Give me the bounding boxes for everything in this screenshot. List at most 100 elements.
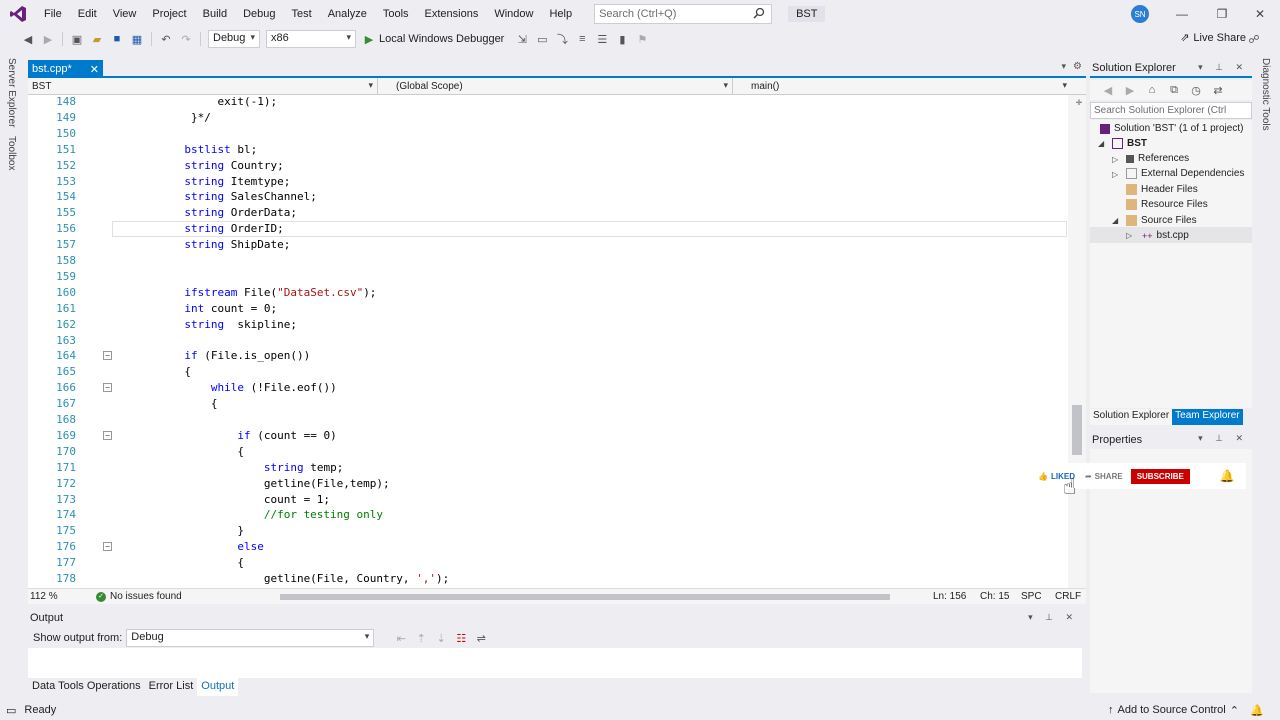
code-line[interactable]: 150 (28, 127, 1068, 143)
fold-toggle-icon[interactable]: − (103, 383, 112, 392)
code-text[interactable]: string temp; (138, 461, 344, 474)
code-text[interactable]: } (138, 524, 244, 537)
run-debugger-button[interactable]: Local Windows Debugger (379, 33, 504, 45)
tree-item-solution[interactable]: Solution 'BST' (1 of 1 project) (1100, 121, 1243, 136)
visual-studio-logo-icon[interactable] (0, 0, 36, 28)
code-text[interactable]: string OrderID; (138, 222, 283, 235)
back-icon[interactable]: ◀ (1100, 82, 1116, 98)
close-window-icon[interactable]: ✕ (1240, 0, 1280, 28)
code-line[interactable]: 168 (28, 413, 1068, 429)
code-text[interactable]: if (File.is_open()) (138, 349, 310, 362)
code-line[interactable]: 176 else (28, 540, 1068, 556)
feedback-icon[interactable]: ☍ (1246, 31, 1262, 47)
search-input[interactable]: Search (Ctrl+Q) (594, 4, 773, 24)
line-ending-indicator[interactable]: CRLF (1055, 591, 1081, 602)
tab-overflow-icon[interactable]: ▾ (1061, 61, 1066, 72)
whitespace-indicator[interactable]: SPC (1021, 591, 1042, 602)
forward-icon[interactable]: ▶ (1122, 82, 1138, 98)
panel-controls-icon[interactable]: ▾ ⊥ ✕ (1198, 433, 1248, 444)
configuration-dropdown[interactable]: Debug (208, 30, 260, 48)
menu-extensions[interactable]: Extensions (417, 0, 487, 28)
code-text[interactable]: count = 1; (138, 493, 330, 506)
menu-edit[interactable]: Edit (70, 0, 105, 28)
collapsed-arrow-icon[interactable]: ▷ (1112, 170, 1118, 179)
code-line[interactable]: 169 if (count == 0) (28, 429, 1068, 445)
tree-item-references[interactable]: References (1126, 151, 1189, 166)
next-message-icon[interactable]: ⇣ (433, 630, 449, 646)
redo-icon[interactable]: ↷ (178, 31, 194, 47)
diagnostic-tools-tab[interactable]: Diagnostic Tools (1260, 58, 1271, 131)
bell-icon[interactable]: 🔔 (1220, 469, 1235, 483)
back-icon[interactable]: ◀ (20, 31, 36, 47)
code-line[interactable]: 160 ifstream File("DataSet.csv"); (28, 286, 1068, 302)
sync-icon[interactable]: ⇄ (1210, 82, 1226, 98)
panel-controls-icon[interactable]: ▾ ⊥ ✕ (1198, 62, 1248, 73)
code-text[interactable]: int count = 0; (138, 302, 277, 315)
code-text[interactable]: string ShipDate; (138, 238, 290, 251)
issues-indicator[interactable]: ✓ No issues found (96, 591, 182, 602)
code-text[interactable]: bstlist bl; (138, 143, 257, 156)
source-control-button[interactable]: ↑ Add to Source Control ⌃ (1108, 704, 1239, 717)
scope-dropdown[interactable]: (Global Scope) (378, 78, 733, 95)
zoom-level[interactable]: 112 % (30, 591, 78, 602)
server-explorer-tab[interactable]: Server Explorer (6, 58, 17, 127)
code-line[interactable]: 151 bstlist bl; (28, 143, 1068, 159)
bookmark-icon[interactable]: ▮ (614, 31, 630, 47)
tab-error-list[interactable]: Error List (145, 678, 198, 696)
fold-toggle-icon[interactable]: − (103, 542, 112, 551)
editor-vertical-scrollbar[interactable]: ✛ (1068, 95, 1086, 588)
code-text[interactable]: string Country; (138, 159, 283, 172)
notification-icon[interactable]: 🔔 (1250, 704, 1264, 717)
menu-help[interactable]: Help (541, 0, 580, 28)
expanded-arrow-icon[interactable]: ◢ (1112, 216, 1118, 225)
code-line[interactable]: 156 string OrderID; (28, 222, 1068, 238)
code-text[interactable]: exit(-1); (138, 95, 277, 108)
comment-icon[interactable]: ☰ (594, 31, 610, 47)
user-avatar[interactable]: SN (1131, 5, 1149, 23)
toolbox-tab[interactable]: Toolbox (6, 136, 17, 170)
code-line[interactable]: 174 //for testing only (28, 508, 1068, 524)
code-line[interactable]: 155 string OrderData; (28, 206, 1068, 222)
platform-dropdown[interactable]: x86 (266, 30, 356, 48)
code-line[interactable]: 158 (28, 254, 1068, 270)
menu-file[interactable]: File (36, 0, 70, 28)
share-button[interactable]: ➦ SHARE (1085, 472, 1123, 481)
code-text[interactable]: getline(File,temp); (138, 477, 390, 490)
code-text[interactable]: { (138, 445, 244, 458)
subscribe-button[interactable]: SUBSCRIBE (1130, 468, 1190, 484)
scroll-thumb[interactable] (280, 594, 890, 600)
tree-item-bst-cpp[interactable]: ++ bst.cpp (1142, 228, 1189, 243)
menu-view[interactable]: View (105, 0, 145, 28)
menu-analyze[interactable]: Analyze (320, 0, 375, 28)
menu-window[interactable]: Window (486, 0, 541, 28)
minimize-icon[interactable]: — (1162, 0, 1202, 28)
open-icon[interactable]: ▰ (89, 31, 105, 47)
code-text[interactable]: }*/ (138, 111, 211, 124)
collapsed-arrow-icon[interactable]: ▷ (1112, 155, 1118, 164)
step-icon[interactable]: ⤵ (554, 31, 570, 47)
code-line[interactable]: 170 { (28, 445, 1068, 461)
run-icon[interactable]: ▶ (361, 31, 377, 47)
code-line[interactable]: 175 } (28, 524, 1068, 540)
solution-search-input[interactable]: Search Solution Explorer (Ctrl (1090, 102, 1252, 119)
code-text[interactable]: if (count == 0) (138, 429, 336, 442)
tree-item-header-files[interactable]: Header Files (1126, 182, 1198, 197)
more-bookmarks-icon[interactable]: ⚑ (634, 31, 650, 47)
code-text[interactable]: { (138, 556, 244, 569)
menu-build[interactable]: Build (195, 0, 235, 28)
code-line[interactable]: 164 if (File.is_open()) (28, 349, 1068, 365)
tree-item-source-files[interactable]: Source Files (1126, 213, 1197, 228)
tab-output[interactable]: Output (197, 678, 239, 696)
tree-item-resource-files[interactable]: Resource Files (1126, 197, 1208, 212)
code-text[interactable]: string SalesChannel; (138, 190, 316, 203)
menu-project[interactable]: Project (144, 0, 194, 28)
maximize-icon[interactable]: ❐ (1202, 0, 1242, 28)
code-editor[interactable]: 148 exit(-1); 149 }*/150 151 bstlist bl; 15… (28, 95, 1086, 588)
screenshot-icon[interactable]: ▭ (534, 31, 550, 47)
tab-solution-explorer[interactable]: Solution Explorer (1090, 409, 1173, 425)
code-line[interactable]: 154 string SalesChannel; (28, 190, 1068, 206)
split-icon[interactable]: ✛ (1076, 97, 1082, 108)
output-text-area[interactable] (28, 648, 1082, 678)
code-text[interactable]: else (138, 540, 264, 553)
member-dropdown[interactable]: main() (733, 78, 1071, 95)
